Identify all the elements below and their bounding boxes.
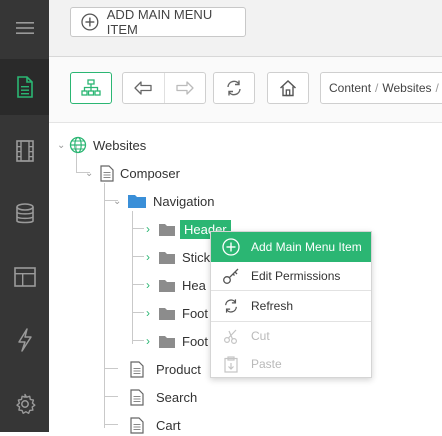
chevron-right-icon[interactable]: › [146,334,156,348]
tree-node-navigation[interactable]: ⌄ Navigation [113,190,214,212]
tree-label: Stick [182,249,211,265]
chevron-right-icon[interactable]: › [146,278,156,292]
refresh-button[interactable] [213,72,255,104]
rail-settings[interactable] [0,376,49,432]
menu-cut[interactable]: Cut [211,321,371,351]
menu-label: Paste [251,357,282,371]
tree-label: Foot [182,305,209,321]
breadcrumb: Content / Websites / C [320,72,442,104]
home-icon [280,80,296,97]
tree-node-product[interactable]: Product [130,358,201,380]
arrow-right-icon [176,81,194,95]
chevron-right-icon[interactable]: › [146,222,156,236]
tree-node-cart[interactable]: Cart [130,414,181,436]
left-rail [0,0,49,432]
tree-node-sticky[interactable]: › Stick [146,246,210,268]
tree-label: Hea [182,277,206,293]
folder-blue-icon [128,195,146,208]
home-button[interactable] [267,72,309,104]
layout-icon [13,267,36,287]
menu-edit-permissions[interactable]: Edit Permissions [211,261,371,291]
menu-label: Edit Permissions [251,269,341,283]
chevron-down-icon[interactable]: ⌄ [85,168,95,179]
tree-node-footer-1[interactable]: › Foot [146,302,208,324]
globe-icon [69,136,87,154]
page-icon [130,416,144,434]
menu-label: Add Main Menu Item [251,240,362,254]
chevron-right-icon[interactable]: › [146,306,156,320]
rail-media[interactable] [0,123,49,179]
tree-node-header-2[interactable]: › Hea [146,274,206,296]
arrow-left-icon [134,81,152,95]
breadcrumb-separator: / [435,81,439,95]
rail-content[interactable] [0,59,49,115]
chevron-down-icon[interactable]: ⌄ [113,196,123,207]
database-icon [15,203,34,224]
tree-view-button[interactable] [70,72,112,104]
rail-data[interactable] [0,186,49,242]
breadcrumb-separator: / [375,81,379,95]
page-icon [100,164,114,182]
tree-label: Product [156,361,201,377]
menu-icon [15,22,34,34]
menu-add-main-menu-item[interactable]: Add Main Menu Item [211,232,371,262]
refresh-icon [225,299,237,313]
folder-icon [159,307,175,320]
folder-icon [159,279,175,292]
page-icon [130,388,144,406]
rail-layouts[interactable] [0,249,49,305]
tree-label: Search [156,389,198,405]
document-icon [16,76,33,98]
tree-label: Composer [120,165,180,181]
rail-automation[interactable] [0,312,49,368]
plus-circle-icon [222,238,240,256]
forward-button[interactable] [165,73,206,103]
key-icon [223,268,239,284]
toolbar: Content / Websites / C [49,57,442,123]
folder-icon [159,251,175,264]
top-bar: ADD MAIN MENU ITEM [49,0,442,57]
menu-paste[interactable]: Paste [211,349,371,379]
folder-icon [159,223,175,236]
tree-node-search[interactable]: Search [130,386,197,408]
menu-refresh[interactable]: Refresh [211,291,371,321]
hamburger-menu[interactable] [0,0,49,56]
chevron-down-icon[interactable]: ⌄ [57,140,67,151]
tree-label: Navigation [153,193,215,209]
tree-node-composer[interactable]: ⌄ Composer [85,162,180,184]
add-button-label: ADD MAIN MENU ITEM [106,7,213,37]
refresh-icon [227,80,241,96]
breadcrumb-item-content[interactable]: Content [329,81,371,95]
context-menu: Add Main Menu Item Edit Permissions Refr… [210,231,372,378]
add-main-menu-item-button[interactable]: ADD MAIN MENU ITEM [70,7,246,37]
history-nav-group [122,72,206,104]
clipboard-icon [224,355,238,373]
tree-node-websites[interactable]: ⌄ Websites [57,134,146,156]
tree-label: Foot [182,333,209,349]
breadcrumb-item-websites[interactable]: Websites [382,81,431,95]
tree-label: Websites [93,137,147,153]
film-icon [15,140,34,162]
tree-node-footer-2[interactable]: › Foot [146,330,208,352]
plus-circle-icon [81,13,99,31]
gear-icon [15,393,35,414]
back-button[interactable] [123,73,165,103]
menu-label: Cut [251,329,270,343]
menu-label: Refresh [251,299,294,313]
folder-icon [159,335,175,348]
chevron-right-icon[interactable]: › [146,250,156,264]
sitemap-icon [81,79,101,96]
bolt-icon [17,328,32,352]
tree-label: Cart [156,417,181,433]
page-icon [130,360,144,378]
scissors-icon [223,329,237,344]
